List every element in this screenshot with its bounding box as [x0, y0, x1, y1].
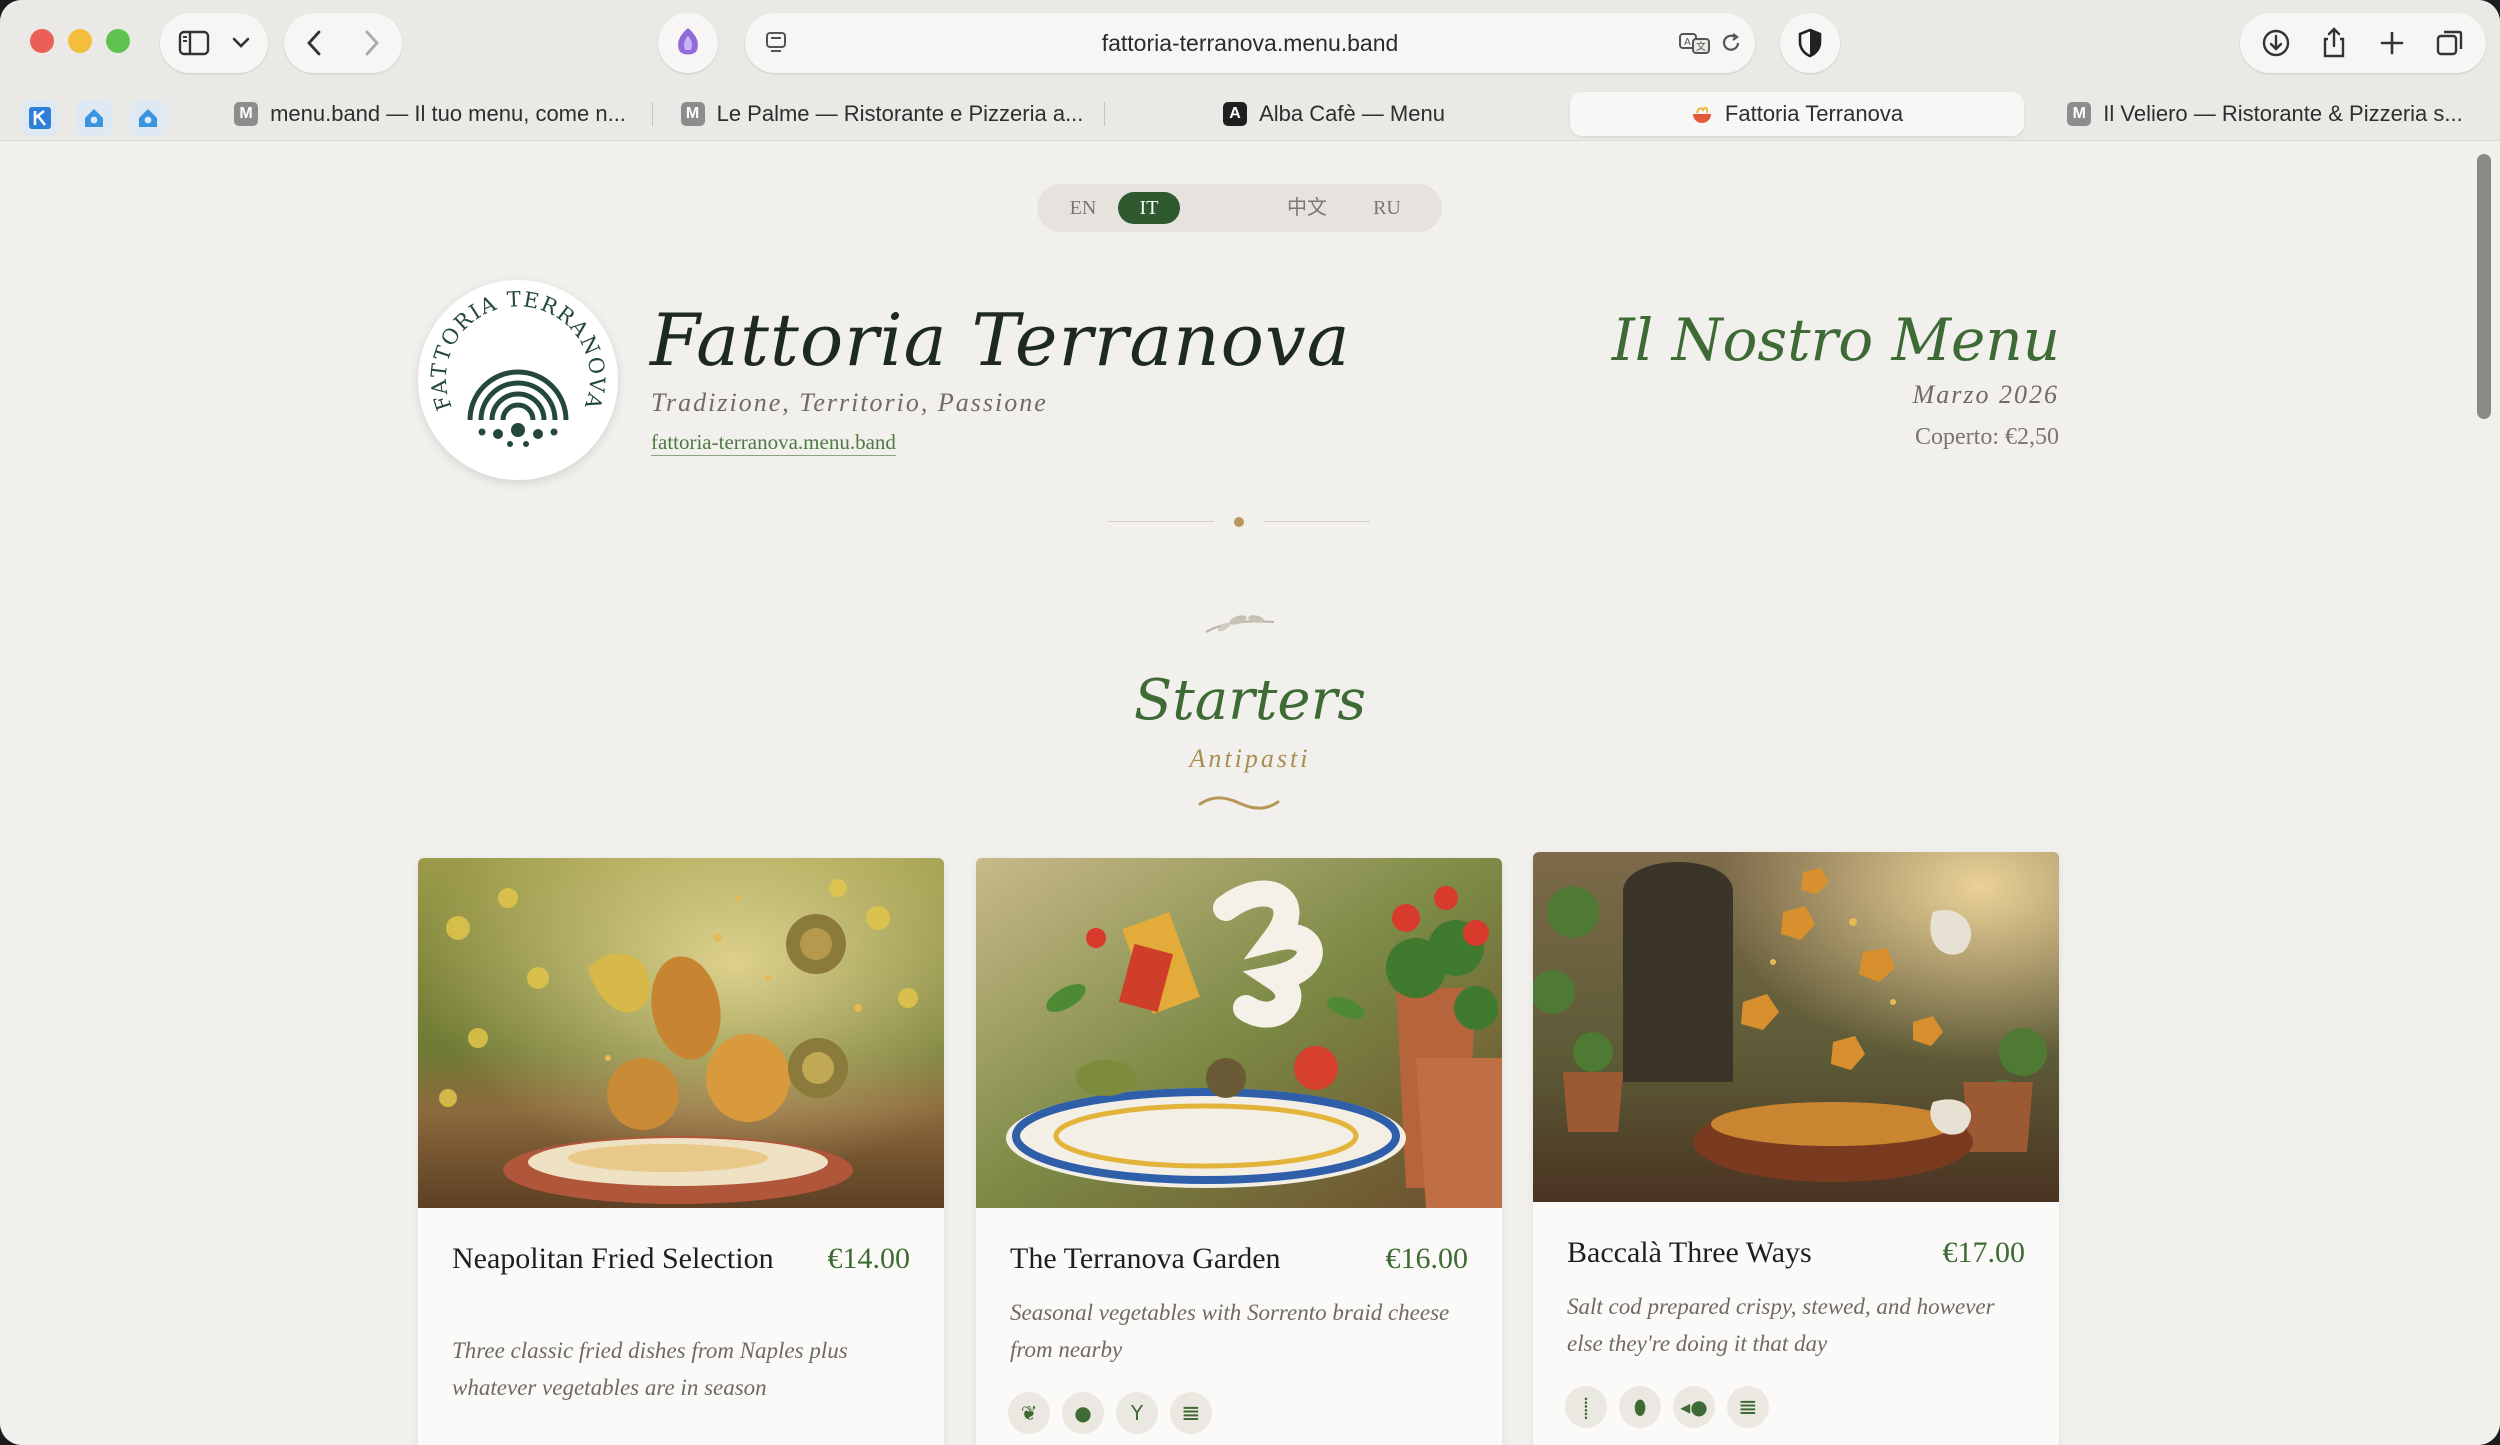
translate-icon[interactable]: A文 [1679, 29, 1711, 57]
dish-photo [976, 858, 1502, 1208]
pinned-tab-home-1[interactable] [76, 100, 112, 136]
dish-name: Neapolitan Fried Selection [452, 1242, 774, 1275]
restaurant-name: Fattoria Terranova [650, 298, 1351, 382]
tab-label: Il Veliero — Ristorante & Pizzeria s... [2103, 101, 2463, 126]
dish-description: Three classic fried dishes from Naples p… [452, 1338, 848, 1400]
tab-favicon: M [2067, 102, 2092, 126]
language-option-it[interactable]: IT [1118, 192, 1180, 224]
tab-overview-icon[interactable] [2421, 28, 2479, 58]
allergen-icons: ⸽ ⬮ ◂● 𝌆 [1565, 1386, 1769, 1428]
sidebar-icon[interactable] [167, 30, 221, 56]
wheat-icon: ⸽ [1565, 1386, 1607, 1428]
privacy-shield-button[interactable] [1780, 13, 1840, 73]
navigation-group [284, 13, 402, 73]
menu-date: Marzo 2026 [1912, 380, 2059, 409]
leaf-icon: ❦ [1008, 1392, 1050, 1434]
cover-charge: Coperto: €2,50 [1915, 424, 2059, 450]
pinned-tab-home-2[interactable] [130, 100, 166, 136]
header-divider-right [1264, 521, 1370, 522]
language-option-ru[interactable]: RU [1359, 192, 1415, 224]
tab-favicon: M [234, 102, 259, 126]
tab-il-veliero[interactable]: M Il Veliero — Ristorante & Pizzeria s..… [2050, 92, 2480, 136]
dish-photo [1533, 852, 2059, 1202]
farm-logo-icon: FATTORIA TERRANOVA [427, 287, 608, 447]
minimize-window-button[interactable] [68, 29, 92, 53]
back-arrow-icon[interactable] [285, 30, 343, 56]
wine-glass-icon: 𝌆 [1727, 1386, 1769, 1428]
new-tab-icon[interactable] [2363, 30, 2421, 56]
olive-branch-icon [1205, 615, 1275, 633]
dish-card[interactable]: Neapolitan Fried Selection €14.00 Three … [418, 858, 944, 1445]
language-option-en[interactable]: EN [1055, 192, 1111, 224]
tab-le-palme[interactable]: M Le Palme — Ristorante e Pizzeria a... [672, 92, 1092, 136]
dish-description: Salt cod prepared crispy, stewed, and ho… [1567, 1294, 1995, 1356]
dish-card[interactable]: The Terranova Garden €16.00 Seasonal veg… [976, 858, 1502, 1445]
extension-icon [678, 28, 698, 55]
shield-icon [1798, 28, 1822, 58]
pasta-favicon-icon [1692, 106, 1711, 123]
fish-icon: ◂● [1673, 1386, 1715, 1428]
chevron-down-icon[interactable] [221, 37, 261, 49]
tab-favicon: M [680, 102, 705, 126]
tab-alba-cafe[interactable]: A Alba Cafè — Menu [1124, 92, 1544, 136]
drop-icon: ● [1062, 1392, 1104, 1434]
dish-price: €16.00 [1385, 1242, 1469, 1275]
wine-glass-icon: 𝌆 [1170, 1392, 1212, 1434]
browser-window: fattoria-terranova.menu.band A文 M menu.b… [0, 0, 2500, 1445]
extension-button[interactable] [658, 13, 718, 73]
header-divider-left [1108, 521, 1214, 522]
dish-price: €17.00 [1942, 1236, 2026, 1269]
dish-name: The Terranova Garden [1010, 1242, 1281, 1275]
address-bar[interactable]: fattoria-terranova.menu.band A文 [745, 13, 1755, 73]
dish-price: €14.00 [827, 1242, 911, 1275]
header-divider-dot [1234, 517, 1244, 527]
tab-label: menu.band — Il tuo menu, come n... [270, 101, 626, 126]
dish-name: Baccalà Three Ways [1567, 1236, 1812, 1269]
reload-icon[interactable] [1717, 29, 1745, 57]
menu-title: Il Nostro Menu [1611, 306, 2060, 374]
restaurant-tagline: Tradizione, Territorio, Passione [651, 388, 1048, 417]
tab-separator [652, 102, 653, 126]
svg-text:A: A [1684, 37, 1691, 48]
pinned-tab-k[interactable] [22, 100, 58, 136]
tab-label: Le Palme — Ristorante e Pizzeria a... [716, 101, 1084, 126]
language-option-zh[interactable]: 中文 [1277, 192, 1337, 224]
close-window-button[interactable] [30, 29, 54, 53]
section-subtitle: Antipasti [1189, 744, 1311, 773]
toolbar-actions-group [2240, 13, 2486, 73]
k-logo-icon [29, 107, 51, 129]
tab-separator [1104, 102, 1105, 126]
zoom-window-button[interactable] [106, 29, 130, 53]
restaurant-url-link[interactable]: fattoria-terranova.menu.band [651, 430, 896, 456]
address-text: fattoria-terranova.menu.band [1101, 29, 1399, 56]
home-icon [85, 109, 103, 127]
home-icon [139, 109, 157, 127]
sidebar-toggle-group [160, 13, 268, 73]
svg-text:文: 文 [1696, 40, 1706, 53]
language-switcher: EN IT 中文 RU [1037, 184, 1442, 232]
tab-menu-band[interactable]: M menu.band — Il tuo menu, come n... [220, 92, 640, 136]
dish-card[interactable]: Baccalà Three Ways €17.00 Salt cod prepa… [1533, 852, 2059, 1445]
download-icon[interactable] [2247, 28, 2305, 58]
restaurant-logo: FATTORIA TERRANOVA [418, 280, 618, 480]
dish-description: Seasonal vegetables with Sorrento braid … [1010, 1300, 1450, 1362]
section-ornament [1198, 796, 1280, 810]
egg-icon: ⬮ [1619, 1386, 1661, 1428]
dish-photo [418, 858, 944, 1208]
cocktail-icon: Y [1116, 1392, 1158, 1434]
tab-label: Fattoria Terranova [1724, 101, 1904, 126]
browser-toolbar: fattoria-terranova.menu.band A文 [0, 0, 2500, 88]
forward-arrow-icon[interactable] [343, 30, 401, 56]
scrollbar-thumb[interactable] [2477, 154, 2491, 419]
allergen-icons: ❦ ● Y 𝌆 [1008, 1392, 1212, 1434]
tab-fattoria-terranova[interactable]: Fattoria Terranova [1570, 92, 2024, 136]
tab-favicon: A [1223, 102, 1248, 126]
share-icon[interactable] [2305, 27, 2363, 59]
section-title: Starters [1133, 668, 1367, 733]
tab-label: Alba Cafè — Menu [1259, 101, 1445, 126]
